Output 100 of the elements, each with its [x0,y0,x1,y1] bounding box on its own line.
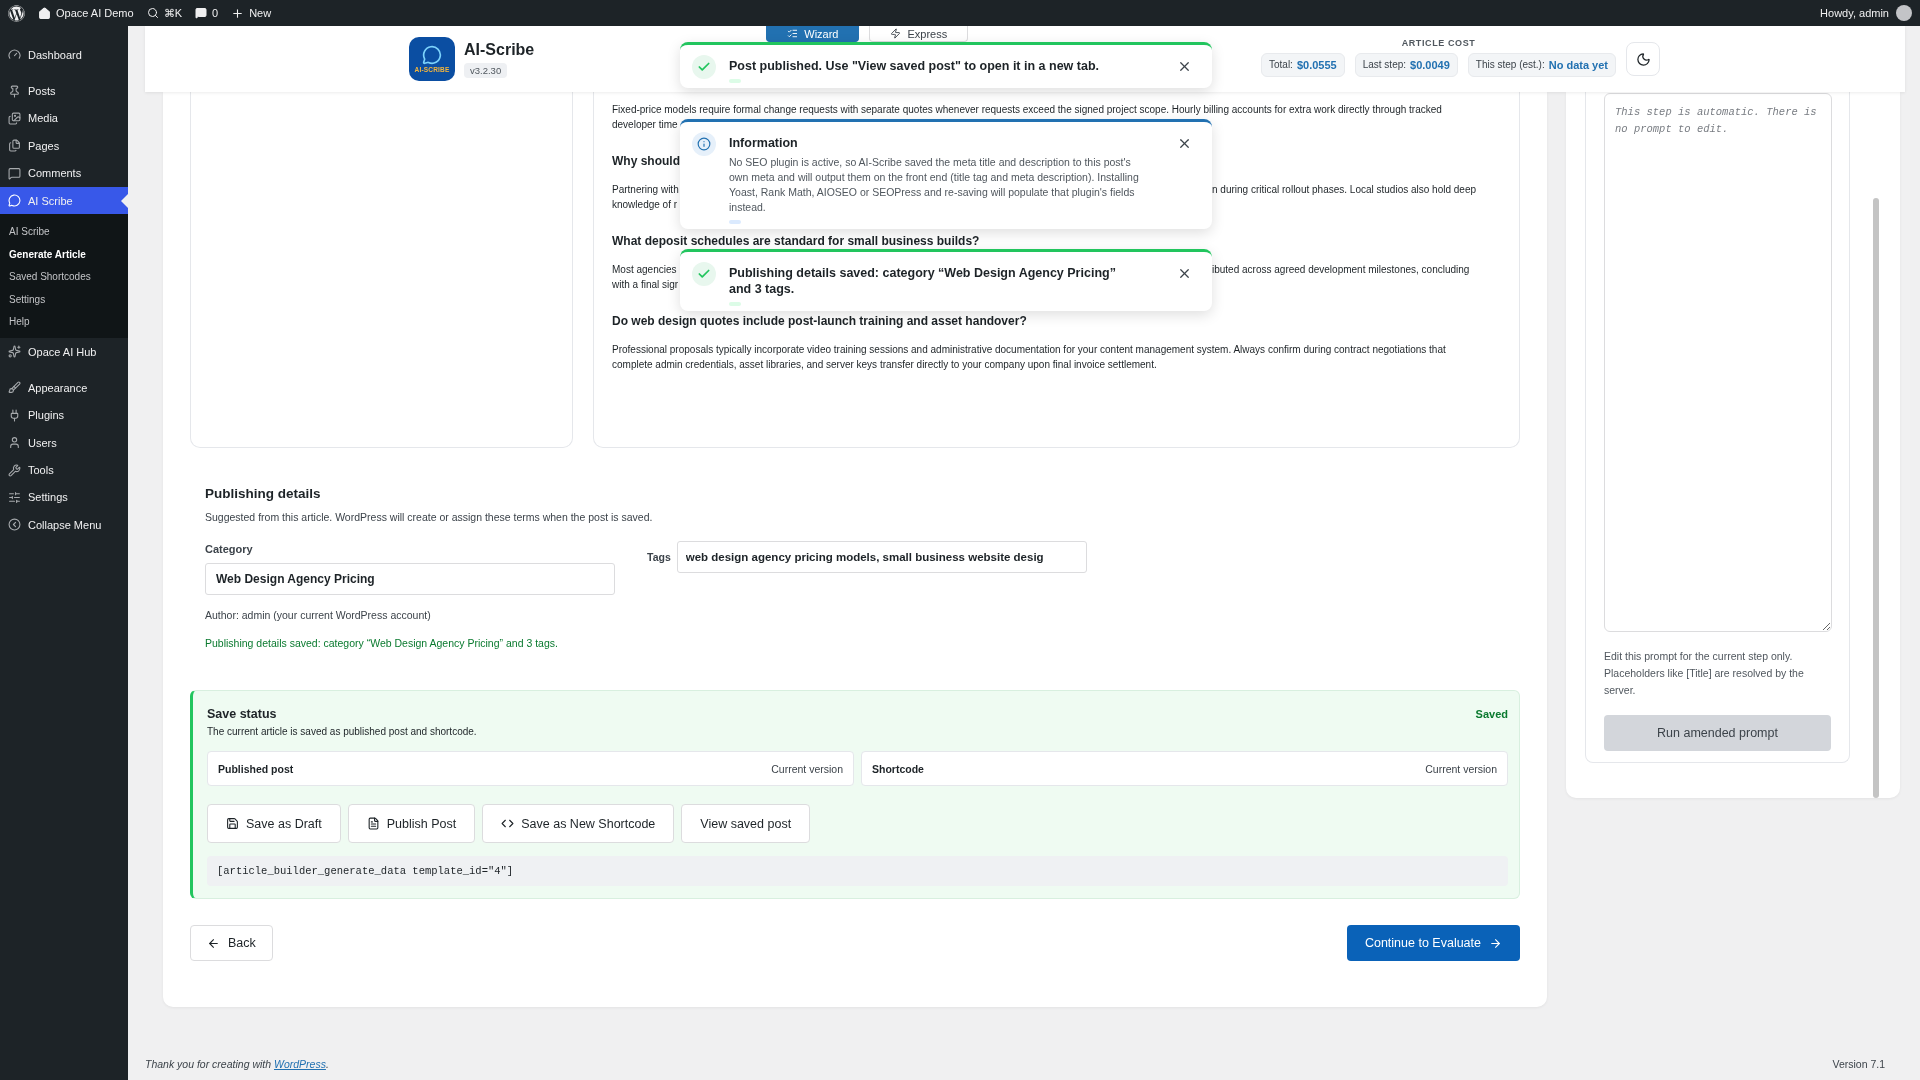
search-link[interactable]: ⌘K [146,6,182,20]
action-button[interactable]: Save as Draft [207,804,341,843]
article-heading: What deposit schedules are standard for small business builds? [612,235,980,248]
sidebar-item[interactable]: Posts [0,77,128,105]
chat-icon [422,45,442,65]
pin-icon [8,84,21,98]
user-icon [8,436,21,450]
moon-icon [1635,51,1651,67]
toast-title: Post published. Use "View saved post" to open it in a new tab. [729,58,1100,74]
back-button[interactable]: Back [190,925,273,961]
close-button[interactable] [1177,136,1192,151]
submenu-item[interactable]: Help [0,310,128,333]
sidebar-item[interactable]: Comments [0,159,128,187]
field-label: Tags [647,551,671,563]
home-icon [38,6,51,20]
images-icon [8,111,21,125]
action-button[interactable]: View saved post [681,804,811,843]
cost-value: No data yet [1548,58,1608,71]
sparkles-icon [8,345,21,359]
cost-label: Total: [1269,59,1293,70]
comments-link[interactable]: 0 [195,7,219,19]
section-title: Publishing details [205,486,321,501]
plus-icon [231,6,245,20]
sidebar-item[interactable]: Settings [0,483,128,512]
theme-toggle-button[interactable] [1626,42,1660,76]
submenu-item[interactable]: Settings [0,287,128,311]
sidebar-item[interactable]: AI Scribe [0,186,128,215]
field-label: Category [205,543,253,555]
gauge-icon [8,48,21,62]
article-text: Partnering with [612,184,679,195]
action-button[interactable]: Publish Post [347,804,476,843]
sliders-icon [8,491,21,504]
toast-title: Information [729,135,798,151]
sidebar-item[interactable]: Opace AI Hub [0,337,128,366]
wordpress-menu[interactable] [8,4,25,22]
close-button[interactable] [1177,266,1192,281]
continue-button[interactable]: Continue to Evaluate [1346,925,1520,961]
avatar-icon [1896,5,1912,21]
arrow-left-icon [207,936,220,950]
sidebar-item[interactable]: Users [0,429,128,457]
sidebar-item[interactable]: Plugins [0,401,128,429]
cost-heading: ARTICLE COST [1401,37,1476,48]
document-icon [366,817,380,830]
logo-icon [8,4,25,22]
timer-bar [729,302,741,306]
search-icon [146,7,159,19]
sidebar-item[interactable]: Dashboard [0,41,128,69]
sidebar-item[interactable]: Tools [0,456,128,484]
sidebar-item[interactable]: Appearance [0,374,128,402]
site-link[interactable]: Opace AI Demo [38,6,134,20]
article-text: Most agencies [612,264,677,275]
sidebar-item[interactable]: Pages [0,132,128,160]
info-icon [692,132,716,156]
prompt-field[interactable]: This step is automatic. There is no prompt to edit. [1604,93,1832,632]
article-text: complete admin credentials, asset libraries, and server keys transfer directly to your company upon final invoice settlement. [612,358,1157,372]
article-heading: Why should [612,155,680,168]
submenu-item[interactable]: AI Scribe [0,220,128,243]
section-description: Suggested from this article. WordPress will create or assign these terms when the post is saved. [205,511,653,523]
mode-tab[interactable]: Wizard [766,26,860,42]
action-button[interactable]: Save as New Shortcode [482,804,675,843]
brush-icon [8,381,21,395]
close-button[interactable] [1177,59,1192,74]
status-label: Saved [1475,708,1508,720]
help-text: Edit this prompt for the current step only. Placeholders like [Title] are resolved by the server. [1604,649,1805,698]
article-text: Professional proposals typically incorporate video training sessions and administrative documentation for your content management system. Always confirm during contract negotiations that [612,343,1446,357]
account-link[interactable]: Howdy, admin [1820,5,1912,21]
close-icon [1177,266,1192,281]
pages-icon [8,139,21,153]
tags-field[interactable]: web design agency pricing models, small business website desig [676,541,1087,573]
toast-title: Publishing details saved: category “Web Design Agency Pricing” and 3 tags. [729,265,1117,297]
chat-icon [8,194,21,208]
status-name: Published post [218,762,294,775]
sidebar-item[interactable]: Collapse Menu [0,511,128,539]
arrow-right-icon [1489,936,1502,950]
scroll-thumb[interactable] [1873,198,1879,798]
cost-label: This step (est.): [1475,59,1545,70]
close-icon [1177,136,1192,151]
comment-icon [8,166,21,180]
article-text: ibuted across agreed development milestones, concluding [1212,263,1470,277]
sidebar-item[interactable]: Media [0,104,128,133]
close-icon [1177,59,1192,74]
category-field[interactable]: Web Design Agency Pricing [205,563,615,595]
app-title: AI-Scribe [464,40,535,59]
comment-icon [195,7,207,19]
status-value: Current version [1425,762,1497,775]
cost-value: $0.0049 [1410,58,1450,71]
panel-title: Save status [207,707,277,721]
checklist-icon [787,28,799,39]
new-link[interactable]: New [231,6,272,20]
cost-label: Last step: [1362,59,1407,70]
version-badge: v3.2.30 [464,62,508,78]
toast-message: No SEO plugin is active, so AI-Scribe saved the meta title and description to this post's own meta and will output them on the front end (title tag and meta description). Installing Yoast, Rank Math, AIOSEO or SEOPress and re-saving will populate that plugin's fields instead. [729,155,1140,215]
mode-tab[interactable]: Express [869,26,969,42]
article-text: Fixed-price models require formal change requests with separate quotes whenever requests exceed the signed project scope. Hourly billing accounts for extra work directly through tracked [612,103,1442,117]
wordpress-link[interactable]: WordPress [274,1058,326,1070]
lightning-icon [890,28,902,39]
article-heading: Do web design quotes include post-launch training and asset handover? [612,315,1027,328]
submenu-item[interactable]: Saved Shortcodes [0,265,128,288]
article-text: knowledge of r [612,198,678,212]
submenu-item[interactable]: Generate Article [0,242,128,266]
